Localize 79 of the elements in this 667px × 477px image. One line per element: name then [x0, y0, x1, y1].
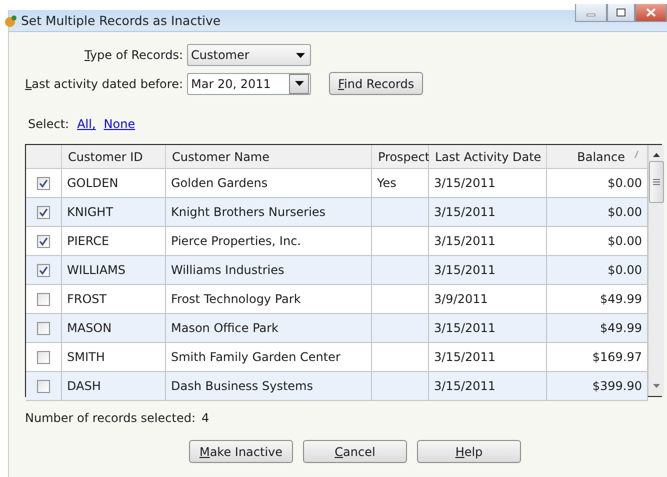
- table-cell: Knight Brothers Nurseries: [166, 198, 372, 227]
- scrollbar[interactable]: [648, 145, 664, 396]
- app-icon: [5, 14, 17, 26]
- row-checkbox[interactable]: [37, 380, 50, 392]
- table-cell: 3/9/2011: [429, 285, 547, 314]
- table-cell: MASON: [62, 314, 166, 343]
- table-cell: $0.00: [547, 198, 648, 227]
- column-header[interactable]: Balance: [547, 145, 648, 169]
- table-cell: [372, 285, 429, 314]
- table-cell: Frost Technology Park: [166, 285, 372, 314]
- maximize-icon: [616, 8, 626, 17]
- table-cell: GOLDEN: [62, 169, 166, 198]
- table-cell: Pierce Properties, Inc.: [166, 227, 372, 256]
- column-header[interactable]: Last Activity Date: [429, 145, 547, 169]
- table-cell: $49.99: [547, 314, 648, 343]
- caret-icon: [296, 52, 304, 58]
- table-cell: [372, 256, 429, 285]
- table-cell: 3/15/2011: [429, 343, 547, 372]
- table-cell: [372, 227, 429, 256]
- table-cell: PIERCE: [62, 227, 166, 256]
- field-label: Last activity dated before:: [24, 76, 183, 90]
- table-cell: WILLIAMS: [62, 256, 166, 285]
- row-checkbox[interactable]: [37, 264, 50, 276]
- row-checkbox[interactable]: [37, 176, 50, 190]
- table-cell: Dash Business Systems: [166, 372, 372, 401]
- table-cell: SMITH: [62, 343, 166, 372]
- table-cell: KNIGHT: [62, 198, 166, 227]
- table-cell: DASH: [62, 372, 166, 401]
- row-checkbox[interactable]: [37, 322, 50, 334]
- table-cell: Golden Gardens: [166, 169, 372, 198]
- status-count: 4: [202, 411, 210, 425]
- table-cell: [372, 343, 429, 372]
- row-checkbox[interactable]: [37, 234, 50, 248]
- status-label: Number of records selected:: [25, 411, 196, 425]
- table-cell: FROST: [62, 285, 166, 314]
- select-label: Select:: [28, 117, 70, 131]
- table-cell: 3/15/2011: [429, 256, 547, 285]
- table-cell: [372, 198, 429, 227]
- select-link[interactable]: None: [104, 117, 136, 131]
- row-checkbox[interactable]: [37, 350, 50, 364]
- table-cell: $399.90: [547, 372, 648, 401]
- window-title: Set Multiple Records as Inactive: [21, 13, 222, 28]
- table-cell: Smith Family Garden Center: [166, 343, 372, 372]
- close-icon: [646, 8, 656, 17]
- table-cell: $49.99: [547, 285, 648, 314]
- table-cell: $0.00: [547, 227, 648, 256]
- scroll-up-icon: [653, 153, 660, 157]
- column-header[interactable]: Customer Name: [166, 145, 372, 169]
- scroll-down-icon: [653, 384, 660, 388]
- find-records-button[interactable]: Find Records: [329, 72, 424, 95]
- select-link[interactable]: All,: [77, 117, 96, 131]
- table-cell: 3/15/2011: [429, 372, 547, 401]
- table-cell: 3/15/2011: [429, 169, 547, 198]
- maximize-button[interactable]: [607, 4, 635, 22]
- table-cell: 3/15/2011: [429, 227, 547, 256]
- column-header[interactable]: Prospect: [372, 145, 429, 169]
- date-field[interactable]: Mar 20, 2011: [187, 72, 311, 94]
- row-checkbox[interactable]: [37, 206, 50, 218]
- dialog-button[interactable]: Help: [417, 440, 521, 463]
- dialog-button[interactable]: Make Inactive: [189, 440, 293, 463]
- close-button[interactable]: [635, 4, 667, 22]
- scroll-thumb[interactable]: [649, 161, 664, 203]
- table-cell: $0.00: [547, 169, 648, 198]
- field-label: Type of Records:: [83, 48, 183, 62]
- row-checkbox[interactable]: [37, 292, 50, 306]
- table-cell: 3/15/2011: [429, 314, 547, 343]
- type-dropdown[interactable]: Customer: [187, 44, 311, 66]
- table-cell: 3/15/2011: [429, 198, 547, 227]
- table-cell: Yes: [372, 169, 429, 198]
- table-cell: $169.97: [547, 343, 648, 372]
- table-cell: Williams Industries: [166, 256, 372, 285]
- table-cell: Mason Office Park: [166, 314, 372, 343]
- table-cell: [372, 372, 429, 401]
- grip-icon: [653, 179, 660, 185]
- caret-icon: [294, 81, 304, 86]
- column-header[interactable]: Customer ID: [62, 145, 166, 169]
- dialog-button[interactable]: Cancel: [303, 440, 407, 463]
- table-cell: [372, 314, 429, 343]
- table-cell: $0.00: [547, 256, 648, 285]
